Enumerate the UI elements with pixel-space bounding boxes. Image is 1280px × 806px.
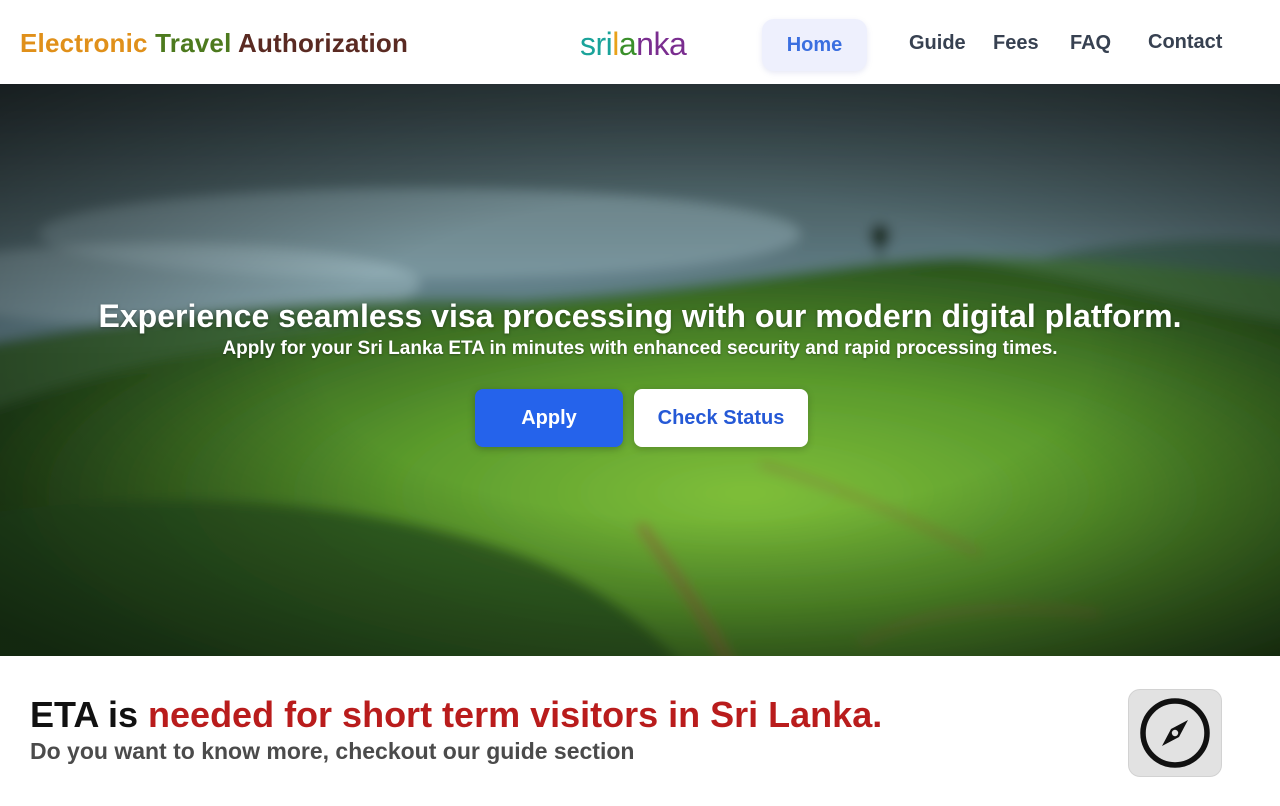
hero-subheading: Apply for your Sri Lanka ETA in minutes … (222, 338, 1058, 359)
site-title-part-1: Electronic (20, 28, 156, 58)
compass-icon (1140, 698, 1210, 768)
eta-heading-highlight: needed for short term visitors in Sri La… (148, 694, 883, 735)
site-title-part-2: Travel (155, 28, 238, 58)
sri-lanka-logo[interactable]: srilanka (580, 26, 687, 62)
logo-part-2: l (612, 26, 619, 62)
nav-fees[interactable]: Fees (993, 32, 1039, 55)
nav-guide[interactable]: Guide (909, 32, 966, 55)
eta-info-section: ETA is needed for short term visitors in… (0, 656, 1280, 806)
nav-home[interactable]: Home (762, 19, 867, 71)
eta-info-subheading: Do you want to know more, checkout our g… (30, 738, 635, 764)
site-title: Electronic Travel Authorization (20, 28, 408, 59)
site-header: Electronic Travel Authorization srilanka… (0, 0, 1280, 84)
eta-heading-prefix: ETA is (30, 694, 149, 735)
logo-part-4: nka (636, 26, 687, 62)
hero-vignette (0, 84, 1280, 656)
apply-button[interactable]: Apply (475, 389, 623, 447)
logo-part-1: sri (580, 26, 613, 62)
nav-contact[interactable]: Contact (1148, 31, 1222, 54)
site-title-part-3: Authorization (237, 28, 409, 58)
eta-info-heading: ETA is needed for short term visitors in… (30, 694, 882, 736)
nav-faq[interactable]: FAQ (1070, 32, 1111, 55)
logo-part-3: a (618, 26, 637, 62)
hero-heading: Experience seamless visa processing with… (98, 298, 1182, 334)
check-status-button[interactable]: Check Status (634, 389, 808, 447)
guide-compass-button[interactable] (1128, 689, 1222, 777)
hero-section: Experience seamless visa processing with… (0, 84, 1280, 656)
